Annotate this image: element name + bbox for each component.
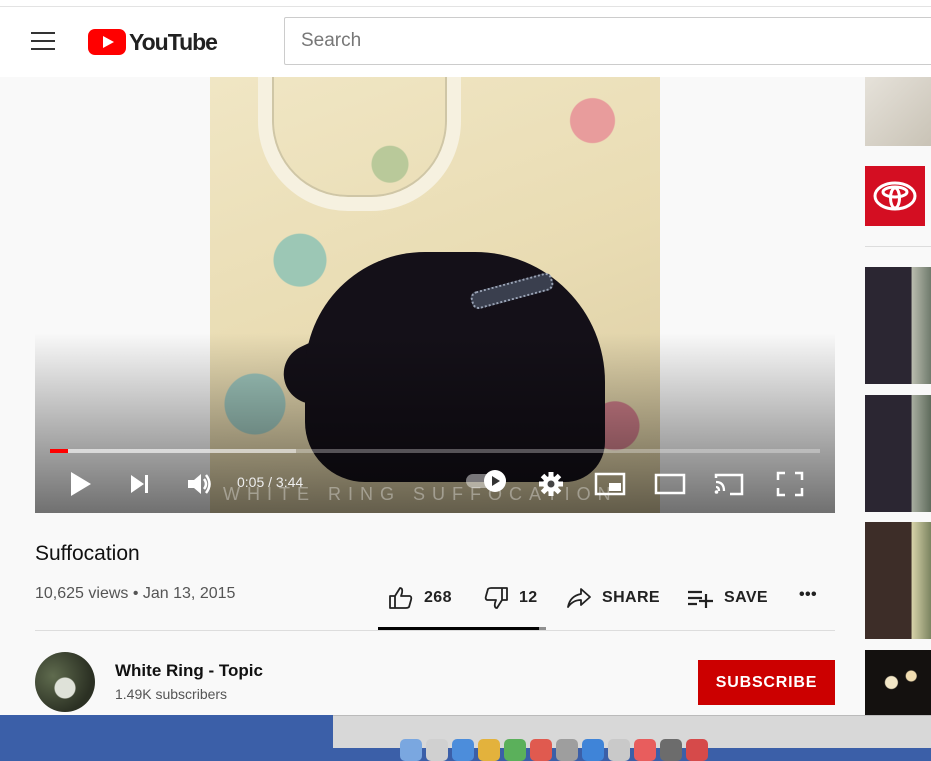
- time-display: 0:05 / 3:44: [237, 474, 304, 490]
- share-label: SHARE: [602, 589, 661, 606]
- play-icon[interactable]: [68, 469, 94, 499]
- more-dots-icon: •••: [799, 586, 818, 603]
- dock-app-icon[interactable]: [634, 739, 656, 761]
- dock: [400, 739, 931, 761]
- browser-top-strip: [0, 0, 931, 7]
- browser-window: YouTube WHITE RING SUFFOCATION 0:05 / 3:…: [0, 0, 931, 715]
- dock-app-icon[interactable]: [452, 739, 474, 761]
- dock-app-icon[interactable]: [608, 739, 630, 761]
- sidebar-thumbnail[interactable]: [865, 395, 931, 512]
- volume-icon[interactable]: [185, 469, 213, 499]
- playlist-add-icon: [688, 590, 713, 608]
- divider: [35, 630, 835, 631]
- dislike-count: 12: [519, 589, 538, 606]
- channel-name[interactable]: White Ring - Topic: [115, 661, 263, 681]
- theater-mode-icon[interactable]: [654, 469, 686, 499]
- youtube-logo[interactable]: YouTube: [88, 28, 218, 55]
- like-button[interactable]: 268: [388, 586, 452, 610]
- hamburger-menu-icon[interactable]: [31, 32, 55, 52]
- sidebar-divider: [865, 246, 931, 247]
- autoplay-toggle[interactable]: [466, 470, 506, 492]
- toyota-logo-icon: [873, 181, 917, 211]
- dislike-button[interactable]: 12: [483, 586, 538, 610]
- subscriber-count: 1.49K subscribers: [115, 686, 228, 702]
- save-label: SAVE: [724, 589, 768, 606]
- autoplay-play-icon: [484, 470, 506, 492]
- sidebar-thumbnail[interactable]: [865, 650, 931, 715]
- search-input[interactable]: [284, 17, 931, 65]
- dock-app-icon[interactable]: [504, 739, 526, 761]
- progress-bar[interactable]: [50, 449, 820, 453]
- sidebar-thumbnail[interactable]: [865, 77, 931, 146]
- cast-icon[interactable]: [713, 469, 745, 499]
- video-player[interactable]: WHITE RING SUFFOCATION 0:05 / 3:44: [35, 77, 835, 513]
- like-count: 268: [424, 589, 452, 606]
- dock-app-icon[interactable]: [400, 739, 422, 761]
- buffer-bar: [50, 449, 297, 453]
- share-button[interactable]: SHARE: [566, 586, 660, 610]
- dock-app-icon[interactable]: [530, 739, 552, 761]
- video-title: Suffocation: [35, 542, 140, 565]
- sidebar-ad-logo[interactable]: [865, 166, 925, 226]
- wicker-basket-edge: [258, 77, 461, 211]
- miniplayer-icon[interactable]: [594, 469, 626, 499]
- settings-gear-icon[interactable]: [537, 469, 565, 499]
- dock-app-icon[interactable]: [556, 739, 578, 761]
- thumbs-down-icon: [484, 587, 508, 609]
- dock-app-icon[interactable]: [660, 739, 682, 761]
- played-bar: [50, 449, 68, 453]
- sidebar-thumbnail[interactable]: [865, 522, 931, 639]
- youtube-wordmark: YouTube: [129, 28, 218, 55]
- dock-app-icon[interactable]: [426, 739, 448, 761]
- share-arrow-icon: [567, 588, 591, 608]
- dock-app-icon[interactable]: [686, 739, 708, 761]
- next-icon[interactable]: [128, 469, 152, 499]
- more-actions-button[interactable]: •••: [799, 586, 817, 604]
- dock-app-icon[interactable]: [478, 739, 500, 761]
- sidebar-thumbnail[interactable]: [865, 267, 931, 384]
- youtube-play-icon: [88, 29, 126, 55]
- masthead: YouTube: [0, 7, 931, 77]
- video-meta: 10,625 views • Jan 13, 2015: [35, 585, 236, 602]
- channel-avatar[interactable]: [35, 652, 95, 712]
- dock-app-icon[interactable]: [582, 739, 604, 761]
- subscribe-button[interactable]: SUBSCRIBE: [698, 660, 835, 705]
- save-button[interactable]: SAVE: [686, 586, 768, 610]
- fullscreen-icon[interactable]: [775, 469, 805, 499]
- thumbs-up-icon: [389, 587, 413, 609]
